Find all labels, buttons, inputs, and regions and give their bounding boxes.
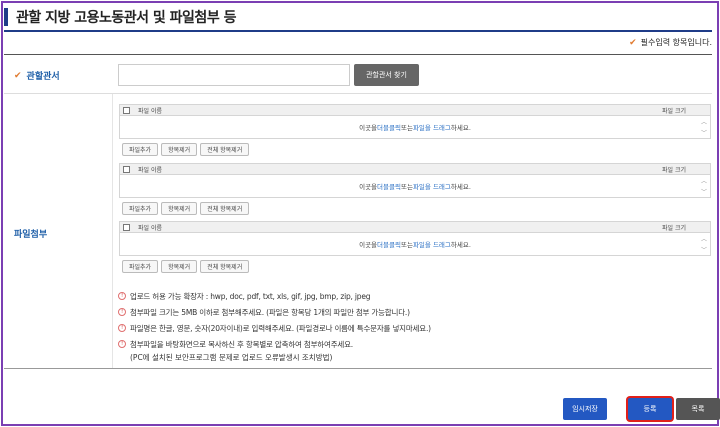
drop-text: 이곳을	[359, 241, 378, 249]
info-icon: !	[118, 292, 126, 300]
drop-text: 하세요.	[450, 241, 471, 249]
required-note: ✔ 필수입력 항목입니다.	[629, 37, 712, 48]
upload-box-3: 파일 이름 파일 크기 이곳을 더블클릭 또는 파일을 드래그 하세요. ︿ ﹀ …	[119, 221, 711, 274]
upload-header: 파일 이름 파일 크기	[119, 104, 711, 116]
drop-text: 이곳을	[359, 183, 378, 191]
chevron-up-icon[interactable]: ︿	[701, 234, 707, 243]
title-divider	[4, 30, 712, 32]
upload-box-1: 파일 이름 파일 크기 이곳을 더블클릭 또는 파일을 드래그 하세요. ︿ ﹀ …	[119, 104, 711, 157]
select-all-checkbox[interactable]	[123, 106, 130, 114]
drop-zone[interactable]: 이곳을 더블클릭 또는 파일을 드래그 하세요. ︿ ﹀	[119, 233, 711, 256]
column-file-name: 파일 이름	[138, 224, 162, 232]
office-row: ✔ 관할관서 관할관서 찾기	[4, 55, 712, 94]
info-icon: !	[118, 324, 126, 332]
drag-file-link: 파일을 드래그	[412, 124, 451, 132]
office-label: ✔ 관할관서	[14, 69, 60, 83]
check-icon: ✔	[629, 37, 637, 48]
drop-zone[interactable]: 이곳을 더블클릭 또는 파일을 드래그 하세요. ︿ ﹀	[119, 116, 711, 139]
column-file-size: 파일 크기	[662, 224, 686, 232]
register-button[interactable]: 등록	[628, 398, 672, 420]
form-bottom-divider	[4, 368, 712, 369]
page-header: 관할 지방 고용노동관서 및 파일첨부 등	[4, 6, 236, 28]
chevron-down-icon[interactable]: ﹀	[701, 128, 707, 137]
note-sub-text: (PC에 설치된 보안프로그램 문제로 업로드 오류발생시 조치방법)	[130, 353, 333, 362]
temp-save-button[interactable]: 임시저장	[563, 398, 607, 420]
upload-actions: 파일추가 항목제거 전체 항목제거	[119, 200, 711, 216]
drop-text: 또는	[400, 124, 413, 132]
note-text: 업로드 허용 가능 확장자 : hwp, doc, pdf, txt, xls,…	[130, 292, 371, 301]
office-input[interactable]	[118, 64, 350, 86]
note-item: ! 첨부파일 크기는 5MB 이하로 첨부해주세요. (파일은 항목당 1개의 …	[118, 307, 431, 318]
info-icon: !	[118, 340, 126, 348]
chevron-down-icon[interactable]: ﹀	[701, 245, 707, 254]
column-file-size: 파일 크기	[662, 166, 686, 174]
office-label-text: 관할관서	[26, 72, 60, 82]
remove-all-button[interactable]: 전체 항목제거	[200, 201, 250, 215]
remove-item-button[interactable]: 항목제거	[161, 142, 198, 156]
drop-zone[interactable]: 이곳을 더블클릭 또는 파일을 드래그 하세요. ︿ ﹀	[119, 175, 711, 198]
select-all-checkbox[interactable]	[123, 165, 130, 173]
remove-all-button[interactable]: 전체 항목제거	[200, 259, 250, 273]
page-title: 관할 지방 고용노동관서 및 파일첨부 등	[16, 10, 236, 26]
remove-item-button[interactable]: 항목제거	[161, 201, 198, 215]
check-icon: ✔	[14, 70, 22, 81]
note-item: ! 업로드 허용 가능 확장자 : hwp, doc, pdf, txt, xl…	[118, 291, 431, 302]
drop-text: 또는	[400, 183, 413, 191]
double-click-link: 더블클릭	[377, 124, 401, 132]
column-file-size: 파일 크기	[662, 107, 686, 115]
note-text: 첨부파일 크기는 5MB 이하로 첨부해주세요. (파일은 항목당 1개의 파일…	[130, 308, 410, 317]
required-note-text: 필수입력 항목입니다.	[640, 38, 712, 47]
drag-file-link: 파일을 드래그	[412, 241, 451, 249]
upload-actions: 파일추가 항목제거 전체 항목제거	[119, 258, 711, 274]
chevron-up-icon[interactable]: ︿	[701, 117, 707, 126]
drop-text: 하세요.	[450, 124, 471, 132]
select-all-checkbox[interactable]	[123, 223, 130, 231]
chevron-up-icon[interactable]: ︿	[701, 176, 707, 185]
info-icon: !	[118, 308, 126, 316]
drop-text: 이곳을	[359, 124, 378, 132]
scrollbar[interactable]: ︿ ﹀	[700, 176, 708, 196]
drop-text: 또는	[400, 241, 413, 249]
add-file-button[interactable]: 파일추가	[122, 201, 159, 215]
double-click-link: 더블클릭	[377, 183, 401, 191]
note-text: 첨부파일을 바탕화면으로 복사하신 후 항목별로 압축하여 첨부하여주세요.	[130, 340, 353, 349]
find-office-button[interactable]: 관할관서 찾기	[354, 64, 419, 86]
scrollbar[interactable]: ︿ ﹀	[700, 117, 708, 137]
scrollbar[interactable]: ︿ ﹀	[700, 234, 708, 254]
upload-actions: 파일추가 항목제거 전체 항목제거	[119, 141, 711, 157]
remove-item-button[interactable]: 항목제거	[161, 259, 198, 273]
attachment-label: 파일첨부	[14, 230, 48, 240]
upload-box-2: 파일 이름 파일 크기 이곳을 더블클릭 또는 파일을 드래그 하세요. ︿ ﹀ …	[119, 163, 711, 216]
chevron-down-icon[interactable]: ﹀	[701, 187, 707, 196]
drop-text: 하세요.	[450, 183, 471, 191]
upload-header: 파일 이름 파일 크기	[119, 221, 711, 233]
note-item: ! 첨부파일을 바탕화면으로 복사하신 후 항목별로 압축하여 첨부하여주세요.	[118, 339, 431, 350]
drag-file-link: 파일을 드래그	[412, 183, 451, 191]
note-text: 파일명은 한글, 영문, 숫자(20자이내)로 입력해주세요. (파일경로나 이…	[130, 324, 431, 333]
remove-all-button[interactable]: 전체 항목제거	[200, 142, 250, 156]
list-button[interactable]: 목록	[676, 398, 720, 420]
column-file-name: 파일 이름	[138, 107, 162, 115]
note-item: ! 파일명은 한글, 영문, 숫자(20자이내)로 입력해주세요. (파일경로나…	[118, 323, 431, 334]
upload-header: 파일 이름 파일 크기	[119, 163, 711, 175]
column-file-name: 파일 이름	[138, 166, 162, 174]
label-column-divider	[112, 94, 113, 368]
add-file-button[interactable]: 파일추가	[122, 142, 159, 156]
upload-notes: ! 업로드 허용 가능 확장자 : hwp, doc, pdf, txt, xl…	[118, 291, 431, 363]
add-file-button[interactable]: 파일추가	[122, 259, 159, 273]
title-accent-bar	[4, 8, 8, 26]
double-click-link: 더블클릭	[377, 241, 401, 249]
